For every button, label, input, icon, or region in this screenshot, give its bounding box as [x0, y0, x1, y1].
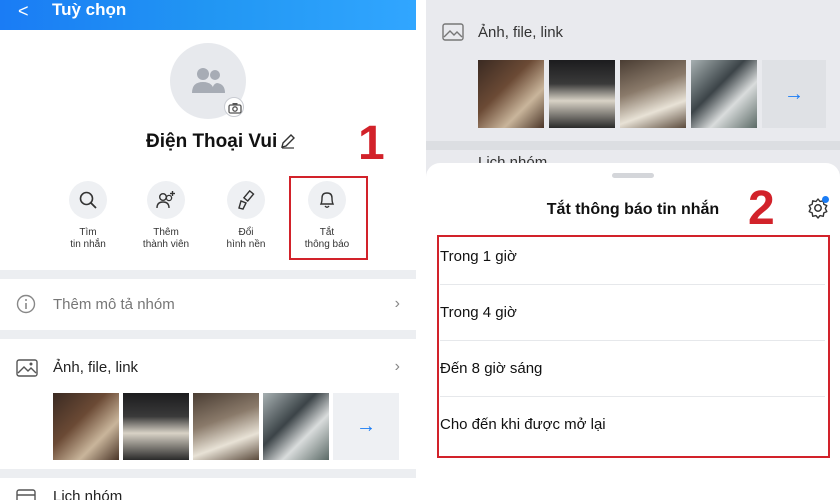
action-label: hình nền	[226, 239, 266, 250]
row-label: Ảnh, file, link	[53, 359, 139, 376]
section-divider	[0, 330, 416, 339]
action-label: Thêm	[153, 227, 179, 238]
section-divider	[0, 469, 416, 478]
change-avatar-button[interactable]	[224, 97, 244, 117]
notification-dot	[822, 196, 829, 203]
add-description-row[interactable]: Thêm mô tả nhóm ›	[0, 279, 416, 330]
chevron-right-icon: ›	[394, 295, 400, 312]
mute-option-1-hour[interactable]: Trong 1 giờ	[440, 248, 820, 265]
see-more-media-button[interactable]: →	[333, 393, 399, 460]
chevron-right-icon: ›	[394, 358, 400, 375]
step-number-2: 2	[748, 182, 775, 235]
mute-options-screen: Ảnh, file, link → Lịch nhóm Tắt thông bá…	[426, 0, 840, 500]
mute-option-until-8am[interactable]: Đến 8 giờ sáng	[440, 360, 820, 377]
section-divider	[426, 141, 840, 150]
option-divider	[440, 396, 825, 397]
search-messages-button[interactable]: Tìm tin nhắn	[58, 181, 118, 251]
media-thumbnail	[478, 60, 544, 128]
row-label: Ảnh, file, link	[478, 24, 564, 41]
change-wallpaper-button[interactable]: Đổi hình nền	[216, 181, 276, 251]
action-label: Đổi	[238, 227, 254, 238]
media-row-dimmed: Ảnh, file, link	[426, 20, 840, 46]
option-divider	[440, 284, 825, 285]
camera-icon	[228, 103, 242, 114]
step-number-1: 1	[358, 117, 385, 170]
section-divider	[0, 270, 416, 279]
mute-bottom-sheet: Tắt thông báo tin nhắn 2 Trong 1 giờ Tro…	[426, 163, 840, 500]
option-divider	[440, 340, 825, 341]
row-label: Thêm mô tả nhóm	[53, 296, 175, 313]
media-thumbnail	[549, 60, 615, 128]
highlight-box-mute	[289, 176, 368, 260]
media-thumbnail	[691, 60, 757, 128]
paint-brush-icon	[238, 190, 255, 210]
action-label: Tìm	[79, 227, 97, 238]
calendar-row[interactable]: Lịch nhóm	[0, 478, 416, 500]
group-icon	[192, 68, 225, 93]
row-label: Lịch nhóm	[53, 488, 123, 500]
media-thumbnail[interactable]	[263, 393, 329, 460]
add-member-button[interactable]: Thêm thành viên	[136, 181, 196, 251]
back-button[interactable]: <	[18, 2, 29, 20]
action-label: tin nhắn	[70, 239, 106, 250]
header-bar: < Tuỳ chọn	[0, 0, 416, 30]
arrow-right-icon: →	[356, 415, 376, 437]
sheet-title: Tắt thông báo tin nhắn	[546, 201, 720, 218]
media-thumbnail[interactable]	[53, 393, 119, 460]
info-icon	[16, 294, 36, 314]
search-icon	[79, 191, 97, 209]
mute-option-until-reopened[interactable]: Cho đến khi được mở lại	[440, 416, 820, 433]
group-name: Điện Thoại Vui	[146, 131, 278, 152]
media-thumbnail[interactable]	[193, 393, 259, 460]
action-label: thành viên	[142, 239, 190, 250]
media-thumbnail[interactable]	[123, 393, 189, 460]
calendar-icon	[16, 489, 36, 500]
arrow-right-icon: →	[762, 60, 826, 128]
image-icon	[442, 23, 464, 41]
group-options-screen: < Tuỳ chọn Điện Thoại Vui 1 Tìmtin nhắn	[0, 0, 416, 500]
media-thumbnails-dimmed: →	[478, 60, 826, 128]
panel-divider	[416, 0, 426, 500]
media-thumbnail	[620, 60, 686, 128]
add-member-icon	[156, 191, 175, 209]
page-title: Tuỳ chọn	[52, 0, 127, 19]
image-icon	[16, 359, 38, 377]
edit-name-icon[interactable]	[280, 133, 296, 149]
drag-handle[interactable]	[612, 173, 654, 178]
mute-option-4-hours[interactable]: Trong 4 giờ	[440, 304, 820, 321]
media-thumbnails: →	[53, 393, 399, 460]
